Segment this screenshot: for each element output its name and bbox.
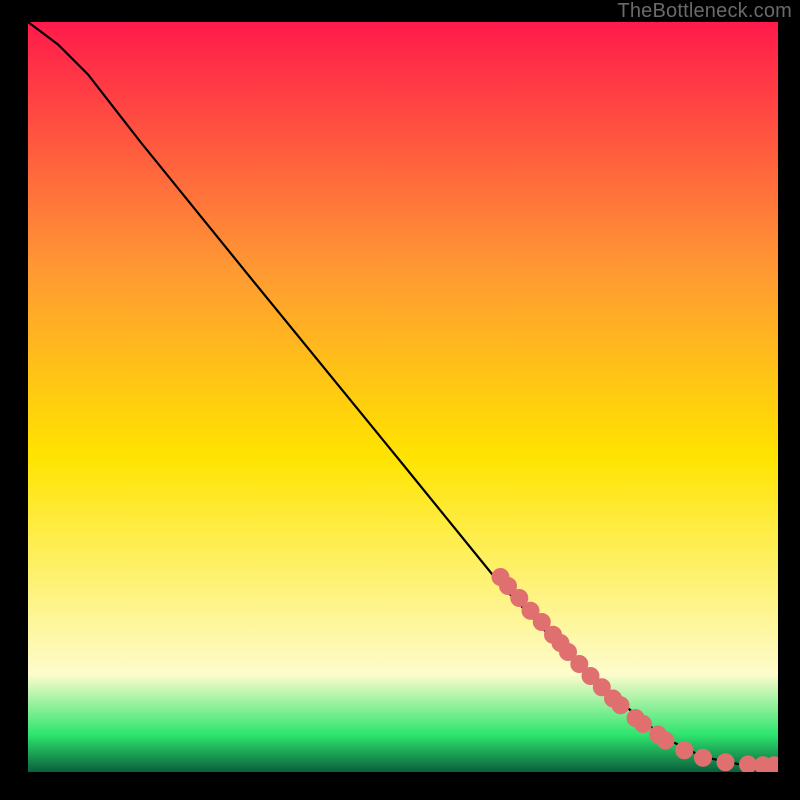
data-marker (657, 732, 674, 749)
gradient-background (28, 22, 778, 772)
data-marker (676, 742, 693, 759)
chart-frame: TheBottleneck.com (0, 0, 800, 800)
data-marker (717, 754, 734, 771)
chart-svg (28, 22, 778, 772)
watermark-text: TheBottleneck.com (617, 0, 792, 23)
data-marker (695, 749, 712, 766)
data-marker (740, 756, 757, 772)
data-marker (612, 697, 629, 714)
data-marker (635, 716, 652, 733)
plot-area (28, 22, 778, 772)
